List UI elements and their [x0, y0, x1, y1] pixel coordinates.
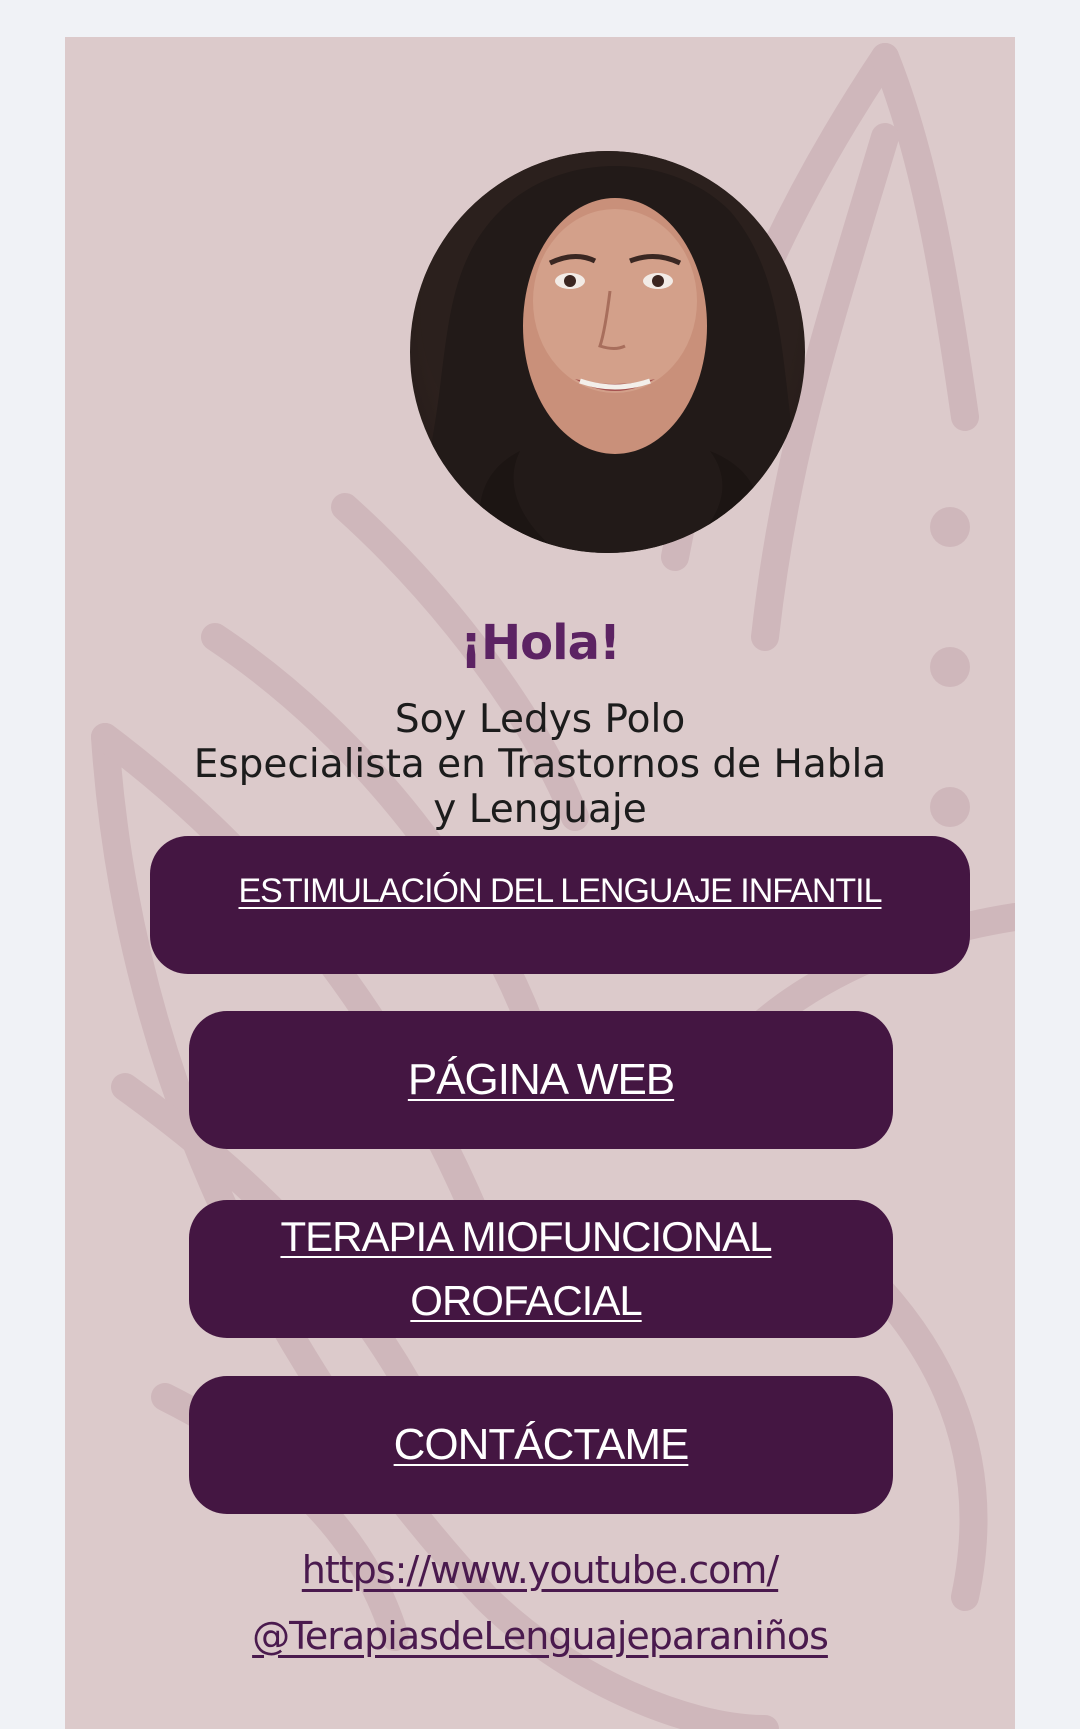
contact-button-label: CONTÁCTAME	[393, 1420, 690, 1469]
stimulation-button[interactable]: ESTIMULACIÓN DEL LENGUAJE INFANTIL	[150, 836, 970, 974]
youtube-link-line1: https://www.youtube.com/	[301, 1548, 779, 1592]
stimulation-button-label: ESTIMULACIÓN DEL LENGUAJE INFANTIL	[238, 872, 883, 910]
profile-card: ¡Hola! Soy Ledys Polo Especialista en Tr…	[65, 37, 1015, 1729]
intro-title-line2: y Lenguaje	[433, 787, 647, 832]
youtube-link[interactable]: https://www.youtube.com/ @TerapiasdeLeng…	[65, 1537, 1015, 1669]
greeting-heading: ¡Hola!	[460, 615, 621, 671]
profile-photo	[410, 151, 805, 553]
therapy-button-label-line1: TERAPIA MIOFUNCIONAL	[280, 1213, 772, 1260]
intro-title-line1: Especialista en Trastornos de Habla	[193, 742, 887, 787]
website-button[interactable]: PÁGINA WEB	[189, 1011, 893, 1149]
therapy-button-label-line2: OROFACIAL	[410, 1277, 642, 1324]
website-button-label: PÁGINA WEB	[407, 1055, 675, 1104]
therapy-button[interactable]: TERAPIA MIOFUNCIONAL OROFACIAL	[189, 1200, 893, 1338]
contact-button[interactable]: CONTÁCTAME	[189, 1376, 893, 1514]
intro-name: Soy Ledys Polo	[394, 697, 686, 742]
youtube-link-line2: @TerapiasdeLenguajeparaniños	[252, 1614, 829, 1658]
intro-text: Soy Ledys Polo Especialista en Trastorno…	[65, 697, 1015, 832]
